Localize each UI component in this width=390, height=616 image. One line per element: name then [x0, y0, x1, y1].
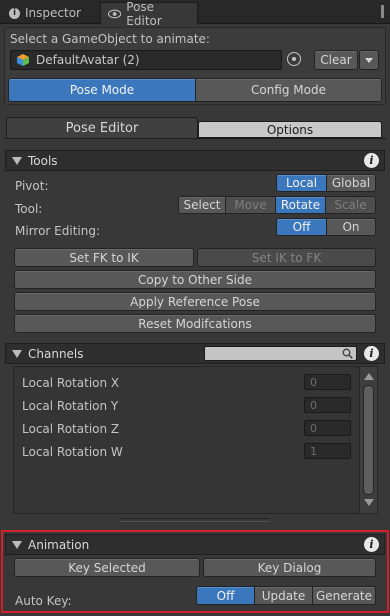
pivot-label: Pivot:	[15, 179, 49, 193]
channels-scrollbar[interactable]	[359, 367, 377, 513]
select-prompt: Select a GameObject to animate:	[10, 32, 210, 46]
pivot-local-button[interactable]: Local	[277, 175, 327, 191]
channel-value-field[interactable]: 0	[304, 420, 351, 436]
mirror-on-button[interactable]: On	[327, 219, 375, 235]
tab-inspector[interactable]: i Inspector	[2, 2, 88, 24]
help-info-icon[interactable]: i	[364, 346, 379, 361]
resize-handle[interactable]	[120, 518, 270, 522]
tool-move-button[interactable]: Move	[226, 197, 276, 213]
tools-header[interactable]: Tools i	[5, 150, 385, 171]
scroll-down-icon[interactable]	[364, 499, 374, 506]
auto-key-update-button[interactable]: Update	[255, 587, 313, 604]
sub-tab-divider	[4, 138, 386, 139]
set-ik-to-fk-button[interactable]: Set IK to FK	[197, 248, 376, 267]
channel-value-field[interactable]: 1	[304, 443, 351, 459]
tool-select-button[interactable]: Select	[179, 197, 226, 213]
tab-pose-editor-sub[interactable]: Pose Editor	[6, 117, 198, 139]
channel-row-label: Local Rotation W	[22, 445, 123, 459]
auto-key-toggle: Off Update Generate	[196, 586, 376, 605]
tab-options[interactable]: Options	[198, 121, 382, 138]
animation-header[interactable]: Animation i	[5, 534, 385, 555]
object-field[interactable]: DefaultAvatar (2)	[10, 50, 282, 70]
key-selected-button[interactable]: Key Selected	[14, 558, 200, 577]
mode-toggle: Pose Mode Config Mode	[8, 78, 382, 102]
window-tab-bar: i Inspector Pose Editor	[0, 0, 390, 28]
info-icon: i	[9, 7, 20, 19]
search-icon	[342, 348, 353, 359]
apply-reference-pose-button[interactable]: Apply Reference Pose	[14, 292, 376, 311]
auto-key-label: Auto Key:	[15, 594, 72, 608]
help-info-icon[interactable]: i	[364, 537, 379, 552]
collapse-triangle-icon	[12, 156, 22, 165]
object-picker-icon[interactable]	[287, 52, 301, 66]
set-fk-to-ik-button[interactable]: Set FK to IK	[14, 248, 194, 267]
tab-inspector-label: Inspector	[25, 6, 81, 20]
mirror-editing-label: Mirror Editing:	[15, 224, 101, 238]
config-mode-button[interactable]: Config Mode	[196, 79, 381, 101]
reset-modifications-button[interactable]: Reset Modifcations	[14, 314, 376, 333]
tools-title: Tools	[28, 153, 58, 168]
channel-row-label: Local Rotation X	[22, 376, 120, 390]
collapse-triangle-icon	[12, 540, 22, 549]
animation-title: Animation	[28, 537, 90, 552]
chevron-down-icon	[365, 57, 373, 63]
channel-value-field[interactable]: 0	[304, 374, 351, 390]
pivot-global-button[interactable]: Global	[327, 175, 375, 191]
mirror-toggle: Off On	[276, 218, 376, 236]
tab-pose-editor[interactable]: Pose Editor	[100, 0, 198, 28]
pivot-toggle: Local Global	[276, 174, 376, 192]
collapse-triangle-icon	[12, 349, 22, 358]
channel-value-field[interactable]: 0	[304, 397, 351, 413]
tool-toggle: Select Move Rotate Scale	[178, 196, 376, 214]
channels-title: Channels	[28, 346, 84, 361]
channel-row-label: Local Rotation Y	[22, 399, 119, 413]
help-info-icon[interactable]: i	[364, 153, 379, 168]
window-options-icon[interactable]	[381, 5, 384, 18]
key-dialog-button[interactable]: Key Dialog	[203, 558, 376, 577]
tab-pose-editor-label: Pose Editor	[126, 0, 162, 28]
scrollbar-thumb[interactable]	[363, 385, 374, 495]
clear-dropdown-button[interactable]	[359, 50, 379, 70]
gameobject-cube-icon	[17, 54, 29, 66]
tool-scale-button[interactable]: Scale	[326, 197, 375, 213]
auto-key-off-button[interactable]: Off	[197, 587, 255, 604]
eye-icon	[108, 9, 122, 19]
auto-key-generate-button[interactable]: Generate	[313, 587, 375, 604]
channel-row-label: Local Rotation Z	[22, 422, 120, 436]
mirror-off-button[interactable]: Off	[277, 219, 327, 235]
pose-mode-button[interactable]: Pose Mode	[9, 79, 196, 101]
scroll-up-icon[interactable]	[364, 373, 374, 380]
tool-rotate-button[interactable]: Rotate	[276, 197, 326, 213]
clear-button[interactable]: Clear	[314, 50, 358, 70]
tool-label: Tool:	[15, 202, 43, 216]
channels-search-input[interactable]	[204, 346, 357, 361]
copy-to-other-side-button[interactable]: Copy to Other Side	[14, 270, 376, 289]
object-field-value: DefaultAvatar (2)	[36, 53, 140, 67]
